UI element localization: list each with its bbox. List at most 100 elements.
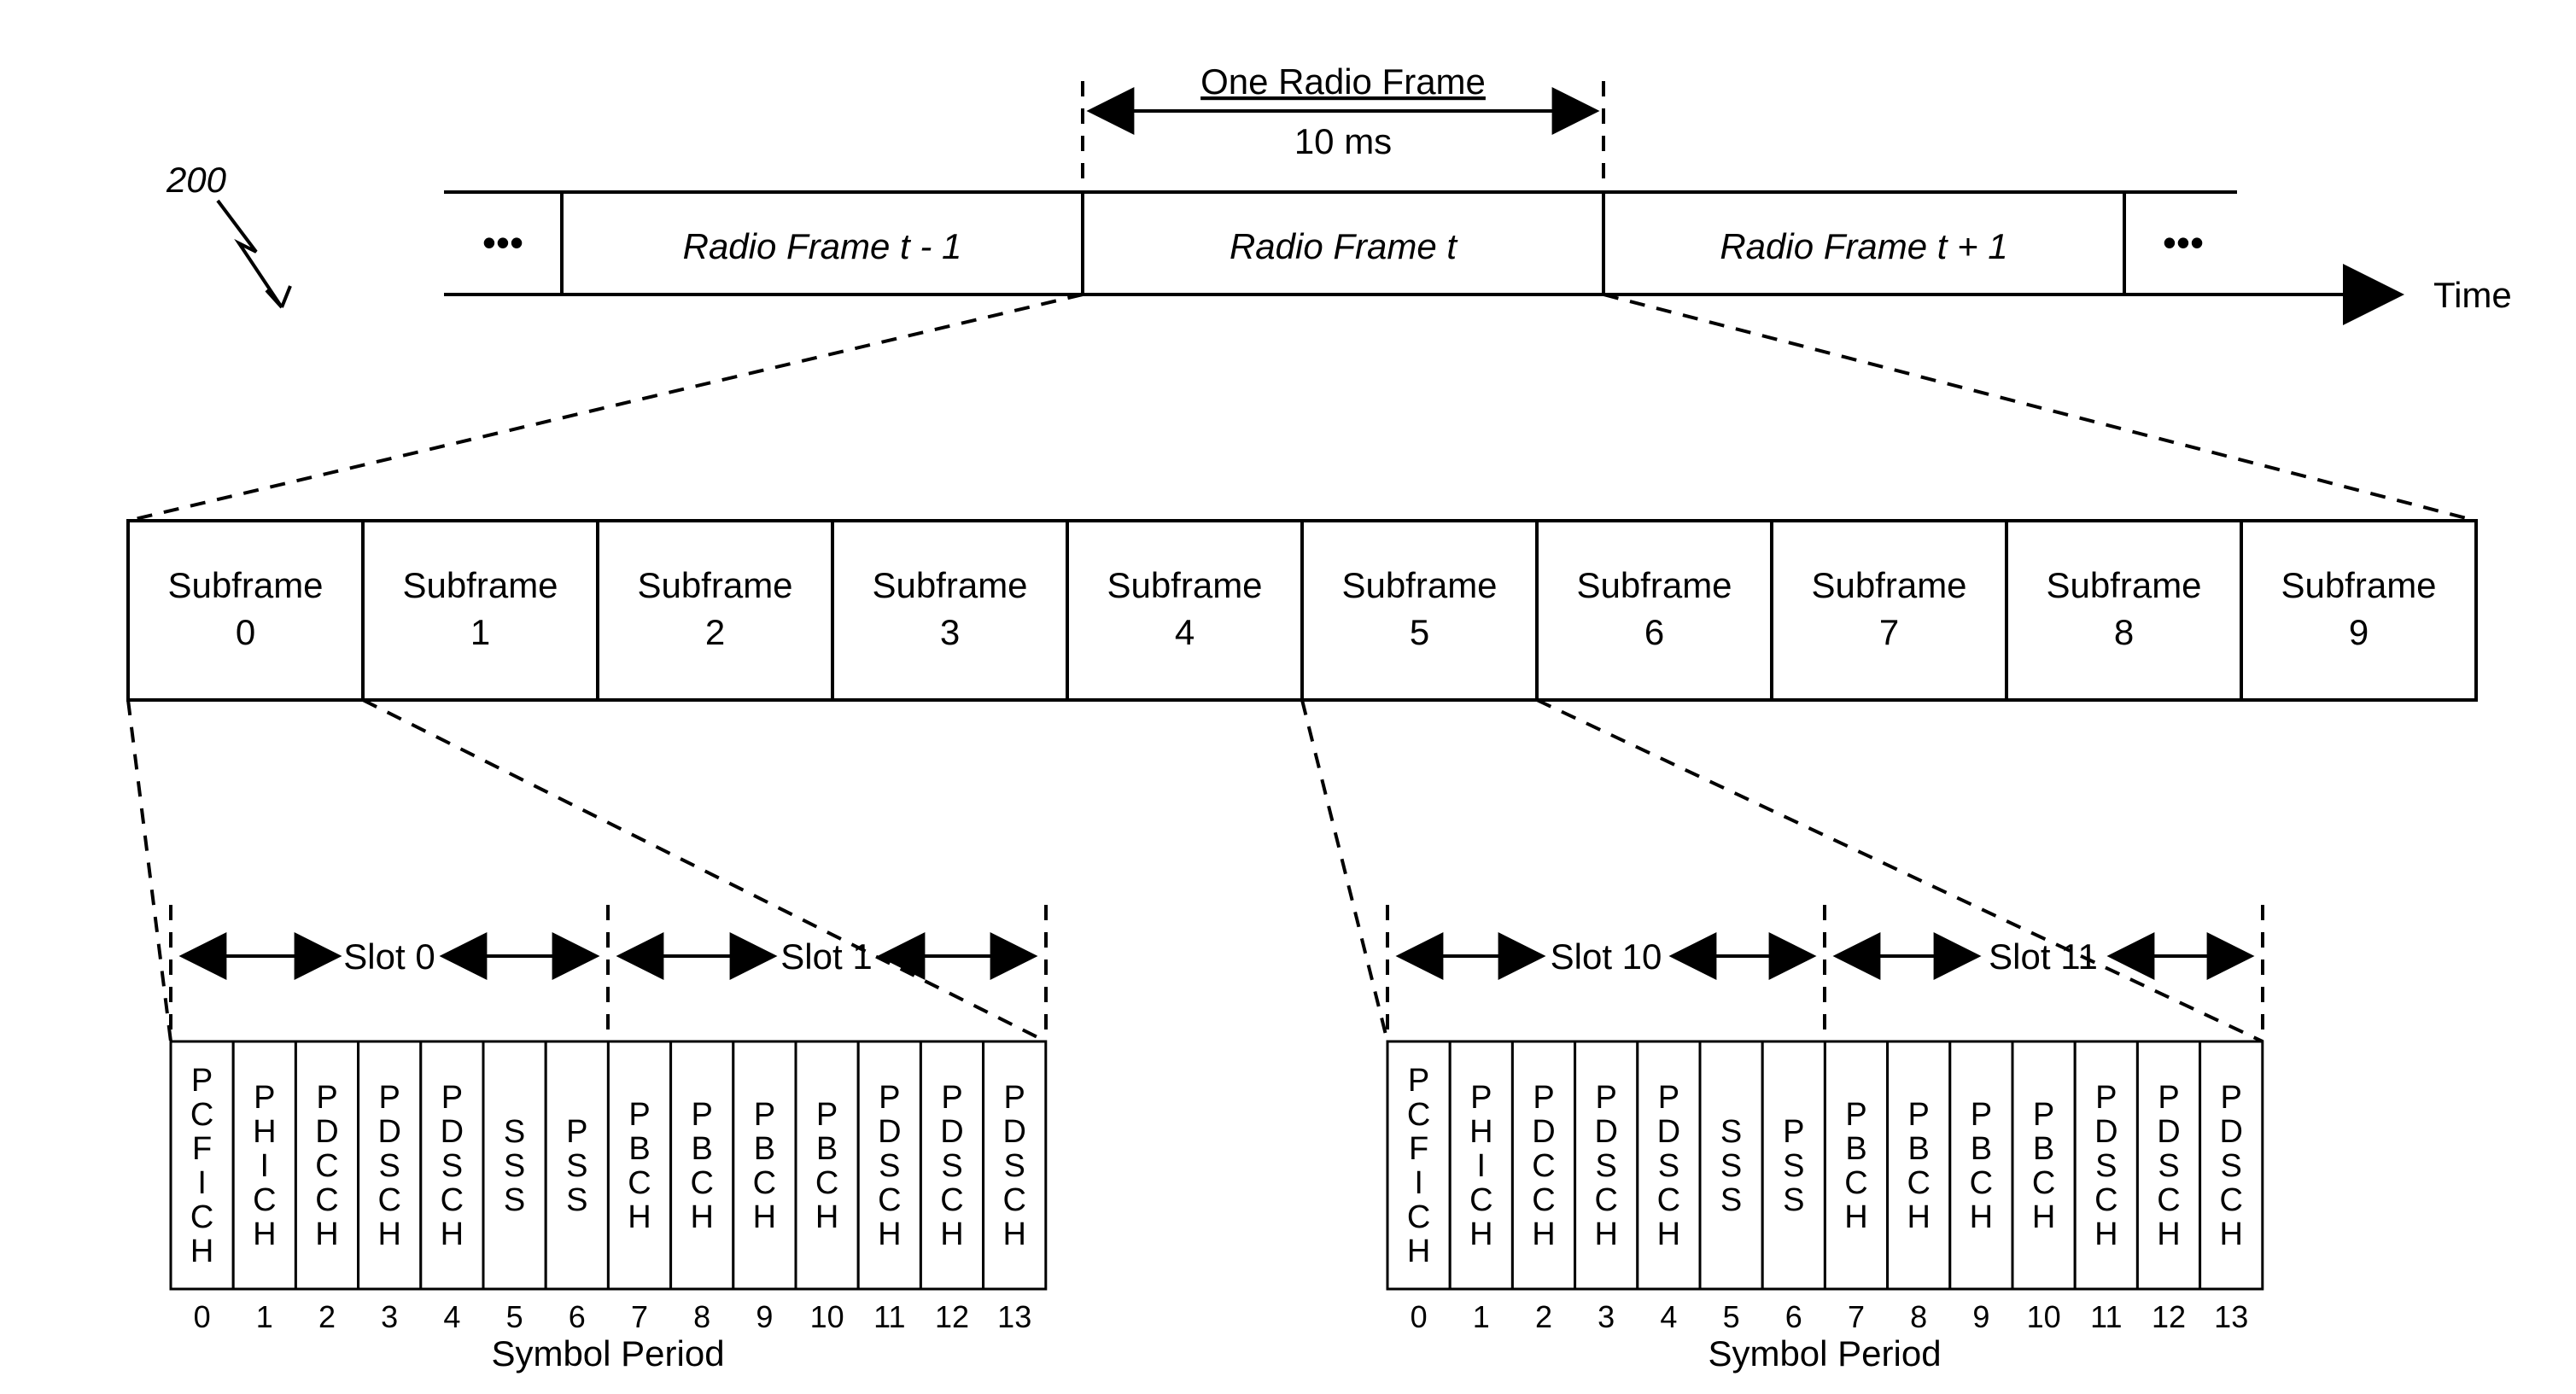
symbol-channel-letter: P — [1783, 1114, 1804, 1150]
symbol-channel-letter: P — [879, 1080, 900, 1116]
frame-t-1: Radio Frame t - 1 — [683, 226, 962, 266]
symbol-channel-letter: H — [1002, 1216, 1025, 1252]
symbol-channel-letter: B — [1845, 1131, 1866, 1167]
symbol-channel-letter: S — [1783, 1182, 1804, 1218]
symbol-channel-letter: P — [2033, 1097, 2054, 1133]
symbol-channel-letter: P — [1845, 1097, 1866, 1133]
slot-indicator-right: Slot 10 Slot 11 — [1387, 905, 2263, 1041]
symbol-index: 3 — [1598, 1299, 1615, 1334]
symbol-channel-letter: P — [566, 1114, 587, 1150]
time-axis-label: Time — [2433, 275, 2512, 315]
symbol-channel-letter: D — [940, 1114, 963, 1150]
symbol-index: 10 — [2027, 1299, 2061, 1334]
symbol-index: 2 — [1535, 1299, 1552, 1334]
figure-number: 200 — [166, 160, 227, 200]
frame-title: One Radio Frame — [1200, 61, 1486, 102]
symbol-index: 9 — [1972, 1299, 1989, 1334]
symbol-channel-letter: C — [315, 1182, 338, 1218]
symbol-channel-letter: H — [1907, 1199, 1930, 1235]
symbol-channel-letter: H — [253, 1216, 276, 1252]
symbol-channel-letter: C — [815, 1165, 838, 1201]
symbol-channel-letter: D — [315, 1114, 338, 1150]
symbol-channel-letter: S — [1720, 1182, 1742, 1218]
symbol-channel-letter: S — [504, 1114, 525, 1150]
slot-11-label: Slot 11 — [1989, 936, 2098, 977]
symbol-channel-letter: C — [1907, 1165, 1930, 1201]
symbol-channel-letter: B — [692, 1131, 713, 1167]
radio-frame-strip: ••• Radio Frame t - 1 Radio Frame t Radi… — [444, 192, 2512, 315]
symbol-channel-letter: S — [1720, 1114, 1742, 1150]
symbol-index: 10 — [810, 1299, 844, 1334]
symbol-index: 1 — [256, 1299, 273, 1334]
subframe-label: Subframe — [1341, 565, 1497, 605]
symbol-channel-letter: D — [2157, 1114, 2180, 1150]
symbol-channel-letter: H — [377, 1216, 400, 1252]
symbol-channel-letter: C — [441, 1182, 464, 1218]
symbol-channel-letter: P — [2221, 1080, 2242, 1116]
symbol-channel-letter: B — [754, 1131, 775, 1167]
symbol-channel-letter: D — [1657, 1114, 1680, 1150]
subframe-index: 8 — [2114, 612, 2134, 652]
symbol-channel-letter: C — [2094, 1182, 2117, 1218]
symbol-channel-letter: P — [2158, 1080, 2179, 1116]
symbol-channel-letter: P — [816, 1097, 838, 1133]
symbol-channel-letter: C — [940, 1182, 963, 1218]
symbol-channel-letter: S — [504, 1182, 525, 1218]
symbol-channel-letter: H — [940, 1216, 963, 1252]
subframe-row: Subframe0Subframe1Subframe2Subframe3Subf… — [128, 521, 2476, 700]
symbol-channel-letter: C — [1407, 1097, 1430, 1133]
subframe-index: 7 — [1879, 612, 1899, 652]
symbol-channel-letter: H — [1594, 1216, 1617, 1252]
subframe-label: Subframe — [1811, 565, 1966, 605]
symbol-channel-letter: C — [1532, 1148, 1555, 1184]
symbol-index: 6 — [569, 1299, 586, 1334]
subframe-index: 5 — [1410, 612, 1429, 652]
symbol-index: 4 — [443, 1299, 460, 1334]
symbol-channel-letter: C — [2157, 1182, 2180, 1218]
slot-10-label: Slot 10 — [1551, 936, 1662, 977]
symbol-channel-letter: C — [1657, 1182, 1680, 1218]
symbol-index: 13 — [2214, 1299, 2248, 1334]
symbol-index: 4 — [1660, 1299, 1677, 1334]
symbol-channel-letter: F — [1409, 1131, 1428, 1167]
frame-t+1: Radio Frame t + 1 — [1720, 226, 2007, 266]
symbol-channel-letter: B — [2033, 1131, 2054, 1167]
subframe-label: Subframe — [402, 565, 558, 605]
symbol-channel-letter: H — [878, 1216, 901, 1252]
symbol-group-right: PCFICH0PHICH1PDCCH2PDSCH3PDSCH4SSS5PSS6P… — [1387, 1041, 2263, 1334]
symbol-channel-letter: P — [1533, 1080, 1554, 1116]
symbol-channel-letter: D — [2094, 1114, 2117, 1150]
subframe-index: 4 — [1175, 612, 1195, 652]
symbol-channel-letter: C — [628, 1165, 651, 1201]
symbol-period-label-right: Symbol Period — [1708, 1333, 1941, 1374]
symbol-channel-letter: P — [379, 1080, 400, 1116]
symbol-channel-letter: P — [316, 1080, 337, 1116]
symbol-channel-letter: D — [1532, 1114, 1555, 1150]
symbol-channel-letter: H — [2094, 1216, 2117, 1252]
symbol-channel-letter: C — [1469, 1182, 1492, 1218]
symbol-index: 1 — [1473, 1299, 1490, 1334]
symbol-channel-letter: S — [379, 1148, 400, 1184]
symbol-channel-letter: B — [816, 1131, 838, 1167]
symbol-channel-letter: H — [315, 1216, 338, 1252]
figure-pointer — [218, 201, 282, 307]
symbol-channel-letter: H — [1532, 1216, 1555, 1252]
symbol-index: 13 — [997, 1299, 1031, 1334]
symbol-channel-letter: P — [254, 1080, 275, 1116]
lte-frame-structure-diagram: 200 One Radio Frame 10 ms ••• Radio Fram… — [0, 0, 2576, 1394]
symbol-channel-letter: H — [690, 1199, 713, 1235]
symbol-channel-letter: F — [192, 1131, 212, 1167]
symbol-channel-letter: P — [441, 1080, 463, 1116]
symbol-channel-letter: H — [190, 1234, 213, 1269]
symbol-channel-letter: H — [1970, 1199, 1993, 1235]
symbol-channel-letter: D — [878, 1114, 901, 1150]
symbol-index: 5 — [1723, 1299, 1740, 1334]
symbol-channel-letter: S — [504, 1148, 525, 1184]
symbol-channel-letter: C — [1594, 1182, 1617, 1218]
subframe-index: 2 — [705, 612, 725, 652]
slot-0-label: Slot 0 — [343, 936, 435, 977]
symbol-index: 0 — [194, 1299, 211, 1334]
symbol-index: 7 — [1848, 1299, 1865, 1334]
subframe-label: Subframe — [2281, 565, 2436, 605]
symbol-channel-letter: C — [1844, 1165, 1867, 1201]
